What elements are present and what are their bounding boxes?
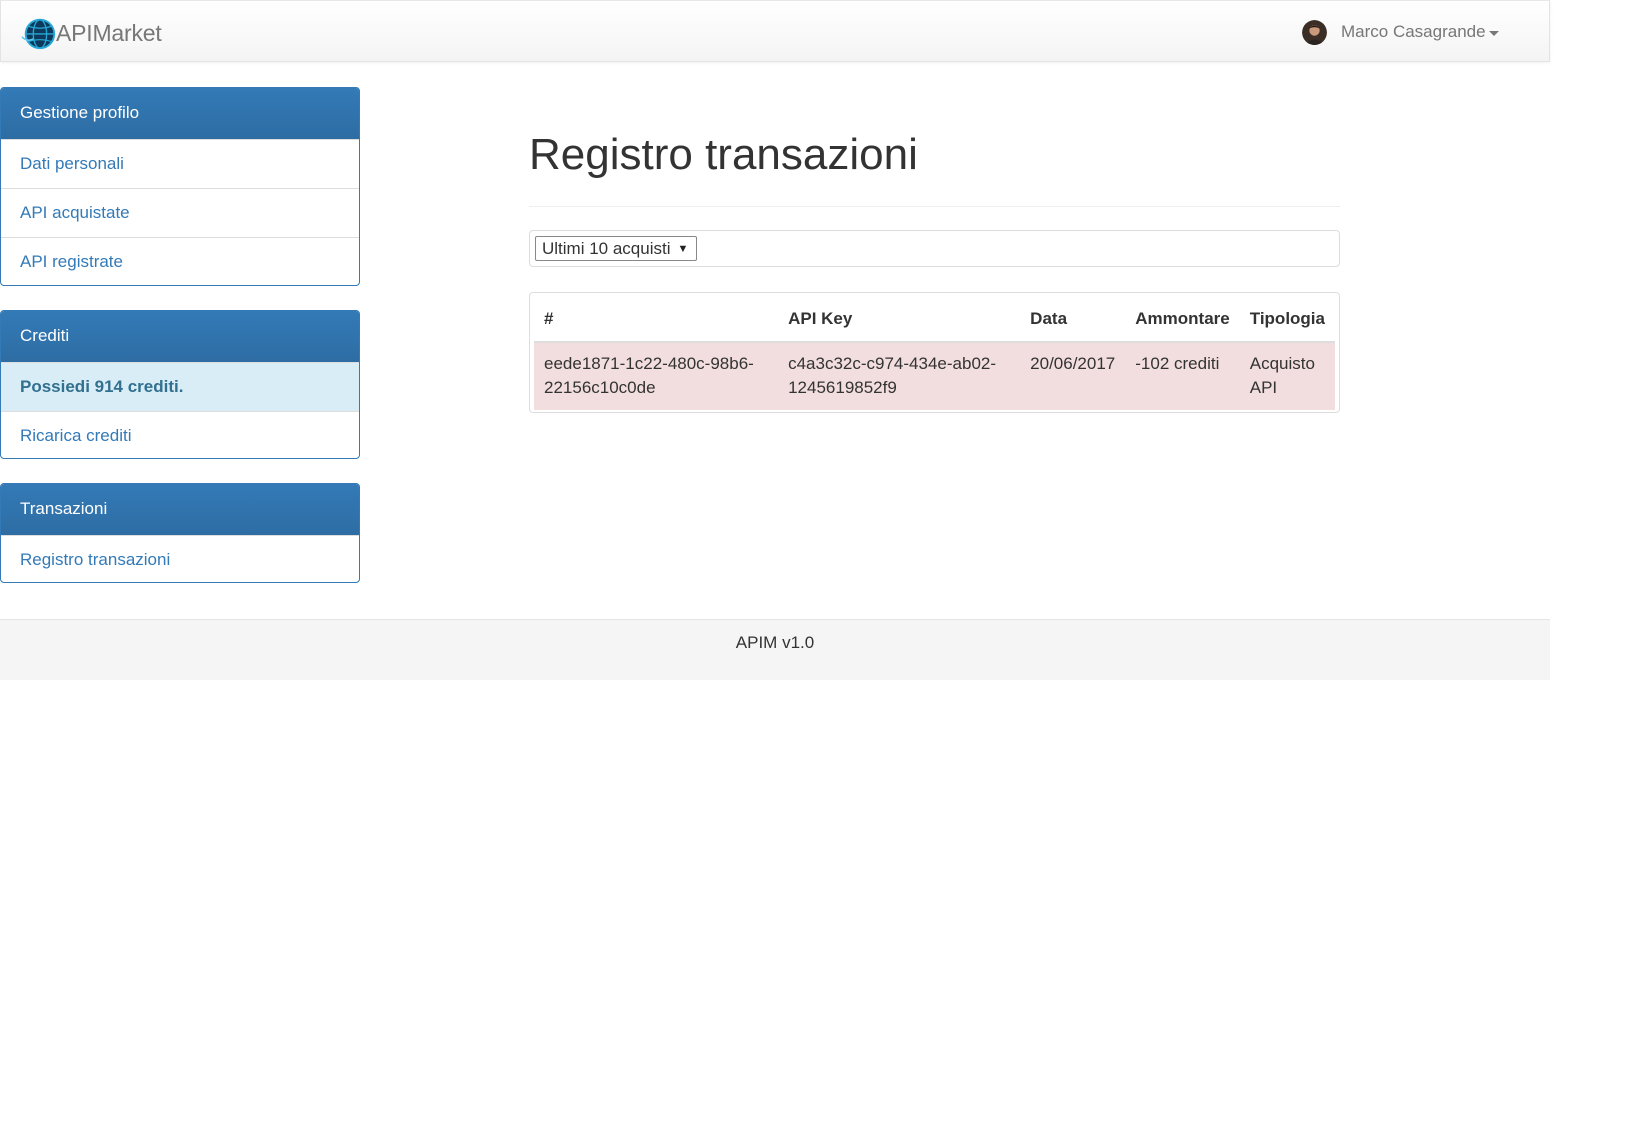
globe-logo-icon	[21, 18, 56, 50]
filter-selected-value: Ultimi 10 acquisti	[542, 238, 671, 258]
brand-link[interactable]: APIMarket	[20, 15, 162, 51]
column-header-type: Tipologia	[1239, 297, 1335, 343]
top-navbar: APIMarket Marco Casagrande	[0, 0, 1550, 62]
caret-down-icon	[1488, 30, 1499, 36]
credits-panel: Crediti Possiedi 914 crediti. Ricarica c…	[0, 310, 360, 459]
cell-api-key: c4a3c32c-c974-434e-ab02-1245619852f9	[778, 342, 1021, 410]
sidebar-item-recharge-credits[interactable]: Ricarica crediti	[1, 411, 359, 458]
credits-balance: Possiedi 914 crediti.	[1, 362, 359, 411]
user-dropdown[interactable]: Marco Casagrande	[1302, 18, 1499, 46]
column-header-id: #	[534, 297, 779, 343]
sidebar-item-transaction-log[interactable]: Registro transazioni	[1, 535, 359, 582]
table-header-row: # API Key Data Ammontare Tipologia	[534, 297, 1335, 343]
transactions-table: # API Key Data Ammontare Tipologia eede1…	[534, 297, 1335, 410]
footer: APIM v1.0	[0, 619, 1550, 680]
cell-date: 20/06/2017	[1020, 342, 1126, 410]
cell-transaction-id: eede1871-1c22-480c-98b6-22156c10c0de	[534, 342, 779, 410]
cell-amount: -102 crediti	[1125, 342, 1240, 410]
avatar	[1302, 19, 1327, 45]
transactions-panel: Transazioni Registro transazioni	[0, 483, 360, 583]
title-divider	[529, 206, 1340, 207]
transactions-panel-heading: Transazioni	[1, 484, 359, 535]
brand-name: APIMarket	[56, 19, 162, 46]
user-name: Marco Casagrande	[1341, 22, 1486, 41]
sidebar-item-purchased-apis[interactable]: API acquistate	[1, 188, 359, 237]
column-header-date: Data	[1020, 297, 1126, 343]
filter-bar: Ultimi 10 acquisti ▼	[529, 230, 1340, 267]
column-header-amount: Ammontare	[1125, 297, 1240, 343]
transactions-table-container: # API Key Data Ammontare Tipologia eede1…	[529, 292, 1340, 413]
profile-panel-heading: Gestione profilo	[1, 88, 359, 139]
purchase-filter-select[interactable]: Ultimi 10 acquisti ▼	[535, 236, 698, 261]
cell-type: Acquisto API	[1239, 342, 1335, 410]
dropdown-arrow-icon: ▼	[677, 242, 689, 255]
footer-version: APIM v1.0	[735, 633, 815, 652]
page-title: Registro transazioni	[529, 130, 918, 179]
sidebar-item-registered-apis[interactable]: API registrate	[1, 237, 359, 285]
credits-panel-heading: Crediti	[1, 311, 359, 362]
column-header-api-key: API Key	[778, 297, 1021, 343]
table-row: eede1871-1c22-480c-98b6-22156c10c0de c4a…	[534, 342, 1335, 410]
profile-panel: Gestione profilo Dati personali API acqu…	[0, 87, 360, 286]
sidebar-item-personal-data[interactable]: Dati personali	[1, 139, 359, 188]
